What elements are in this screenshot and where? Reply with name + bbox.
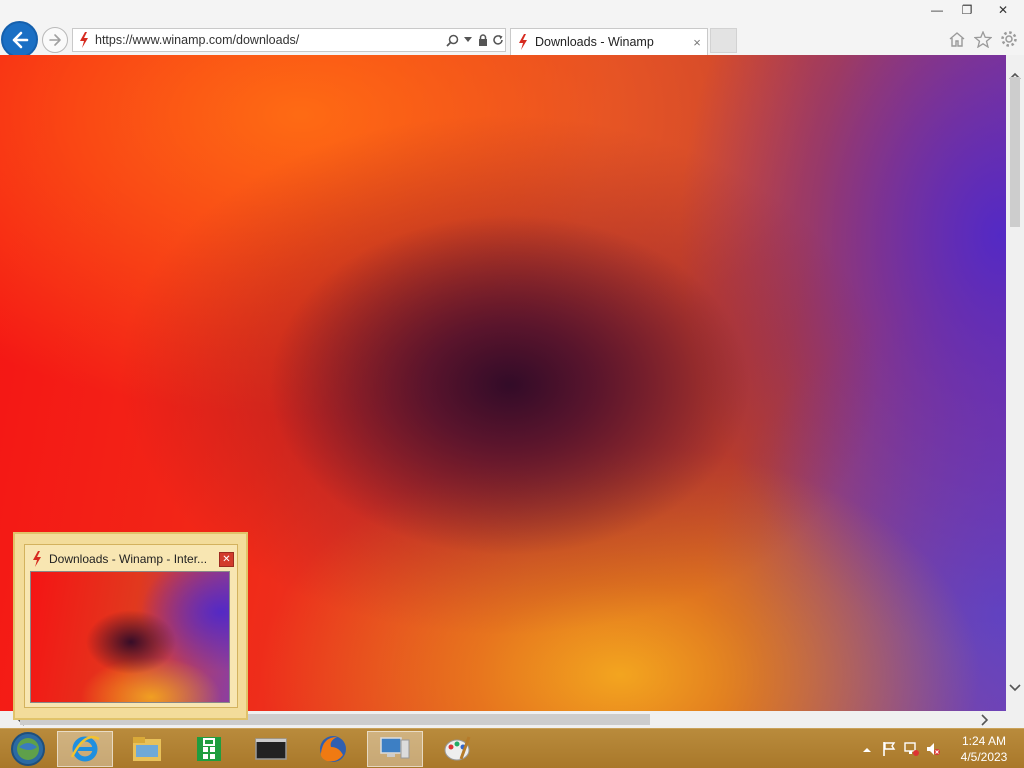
paint-icon	[444, 736, 471, 761]
forward-arrow-icon	[49, 34, 61, 46]
vertical-scrollbar[interactable]	[1006, 55, 1024, 711]
taskbar-thumbnail-popup[interactable]: Downloads - Winamp - Inter... ✕	[13, 532, 248, 720]
taskbar: 1:24 AM 4/5/2023	[0, 728, 1024, 768]
address-bar[interactable]: https://www.winamp.com/downloads/	[72, 28, 506, 52]
system-tray: 1:24 AM 4/5/2023	[856, 729, 1024, 768]
taskbar-command-prompt[interactable]	[243, 731, 299, 767]
winamp-favicon	[33, 551, 41, 567]
favorites-star-icon[interactable]	[972, 28, 994, 50]
command-prompt-icon	[255, 738, 287, 760]
minimize-button[interactable]: —	[922, 0, 952, 20]
lock-icon[interactable]	[475, 29, 490, 51]
taskbar-internet-explorer[interactable]	[57, 731, 113, 767]
thumbnail-title: Downloads - Winamp - Inter...	[49, 552, 208, 566]
clock-time: 1:24 AM	[961, 734, 1007, 748]
vertical-scroll-thumb[interactable]	[1010, 77, 1020, 227]
scroll-down-icon[interactable]	[1006, 679, 1024, 697]
taskbar-paint[interactable]	[429, 731, 485, 767]
taskbar-file-explorer[interactable]	[119, 731, 175, 767]
tab-title: Downloads - Winamp	[535, 35, 654, 49]
tab-close-button[interactable]: ×	[687, 35, 707, 50]
gear-icon[interactable]	[998, 28, 1020, 50]
start-button[interactable]	[0, 731, 56, 767]
scroll-right-icon[interactable]	[976, 711, 994, 728]
clock-date: 4/5/2023	[960, 750, 1008, 764]
remote-desktop-icon	[380, 737, 410, 759]
browser-toolbar-right	[946, 28, 1020, 50]
tab-downloads-winamp[interactable]: Downloads - Winamp ×	[510, 28, 708, 55]
close-window-button[interactable]: ✕	[982, 0, 1024, 20]
search-icon[interactable]	[445, 29, 460, 51]
internet-explorer-icon	[70, 735, 100, 762]
back-arrow-icon	[12, 31, 28, 48]
taskbar-clock[interactable]: 1:24 AM 4/5/2023	[944, 733, 1024, 765]
volume-muted-icon[interactable]	[922, 739, 944, 759]
show-hidden-icons-icon[interactable]	[856, 739, 878, 759]
action-center-flag-icon[interactable]	[878, 739, 900, 759]
taskbar-firefox[interactable]	[305, 731, 361, 767]
browser-chrome: — ❐ ✕ https://www.winamp.com/downloads/	[0, 0, 1024, 58]
start-orb-icon	[11, 732, 45, 766]
new-tab-button[interactable]	[710, 28, 737, 53]
winamp-favicon	[511, 34, 535, 50]
firefox-icon	[320, 736, 346, 762]
winamp-favicon	[73, 29, 95, 51]
thumbnail-card[interactable]: Downloads - Winamp - Inter... ✕	[24, 544, 238, 708]
scrollbar-corner	[1006, 711, 1024, 728]
dropdown-arrow-icon[interactable]	[460, 29, 475, 51]
window-controls: — ❐ ✕	[922, 0, 1024, 22]
restore-button[interactable]: ❐	[952, 0, 982, 20]
taskbar-remote-desktop[interactable]	[367, 731, 423, 767]
thumbnail-title-row: Downloads - Winamp - Inter...	[31, 551, 211, 567]
store-icon	[197, 737, 221, 761]
back-button[interactable]	[1, 21, 38, 58]
taskbar-store[interactable]	[181, 731, 237, 767]
address-url[interactable]: https://www.winamp.com/downloads/	[95, 33, 445, 47]
network-icon[interactable]	[900, 739, 922, 759]
home-icon[interactable]	[946, 28, 968, 50]
file-explorer-icon	[133, 737, 161, 761]
forward-button[interactable]	[42, 27, 68, 53]
thumbnail-close-button[interactable]: ✕	[219, 552, 234, 567]
refresh-icon[interactable]	[490, 29, 505, 51]
thumbnail-preview-image[interactable]	[30, 571, 230, 703]
